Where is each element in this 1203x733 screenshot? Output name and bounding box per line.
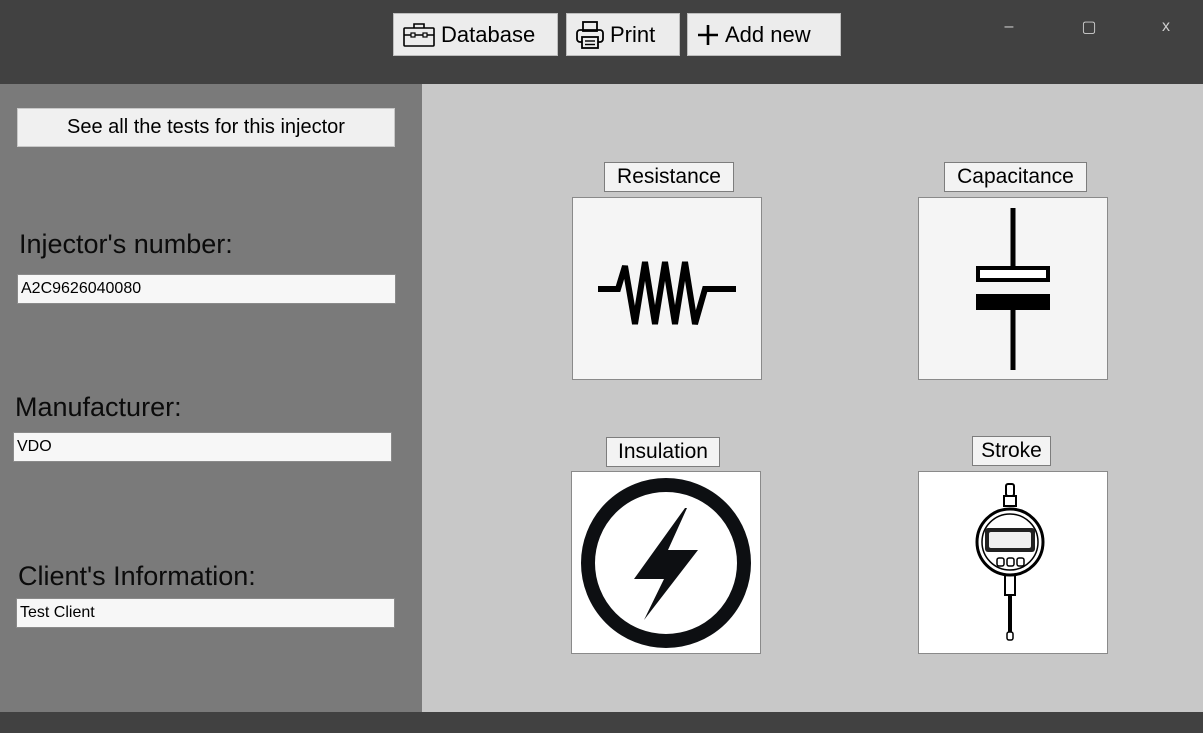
capacitance-label: Capacitance [944,162,1087,192]
maximize-icon: ▢ [1081,19,1097,36]
insulation-test-button[interactable] [571,471,761,654]
close-button[interactable]: x [1146,13,1186,41]
resistor-icon [573,198,761,379]
manufacturer-label: Manufacturer: [15,392,182,422]
capacitor-icon [919,198,1107,379]
see-all-tests-button[interactable]: See all the tests for this injector [17,108,395,147]
add-new-button-label: Add new [725,21,811,47]
dial-indicator-icon [919,472,1107,653]
maximize-button[interactable]: ▢ [1069,13,1109,41]
capacitance-test-button[interactable] [918,197,1108,380]
injector-number-label: Injector's number: [19,229,233,259]
resistance-label: Resistance [604,162,734,192]
client-information-label: Client's Information: [18,561,256,591]
minimize-icon: – [1004,18,1014,35]
stroke-test-button[interactable] [918,471,1108,654]
manufacturer-field[interactable] [13,432,392,462]
client-information-field[interactable] [16,598,395,628]
insulation-label: Insulation [606,437,720,467]
lightning-circle-icon [572,472,760,653]
plus-icon [696,23,720,47]
database-button-label: Database [441,21,536,47]
injector-number-field[interactable] [17,274,396,304]
print-button[interactable]: Print [566,13,680,56]
see-all-tests-label: See all the tests for this injector [67,116,345,138]
print-button-label: Print [610,21,656,47]
minimize-button[interactable]: – [989,13,1029,41]
close-icon: x [1162,18,1170,35]
resistance-test-button[interactable] [572,197,762,380]
bottom-bar [0,712,1203,733]
add-new-button[interactable]: Add new [687,13,841,56]
printer-icon [575,20,605,50]
database-button[interactable]: Database [393,13,558,56]
briefcase-icon [402,22,436,48]
stroke-label: Stroke [972,436,1051,466]
